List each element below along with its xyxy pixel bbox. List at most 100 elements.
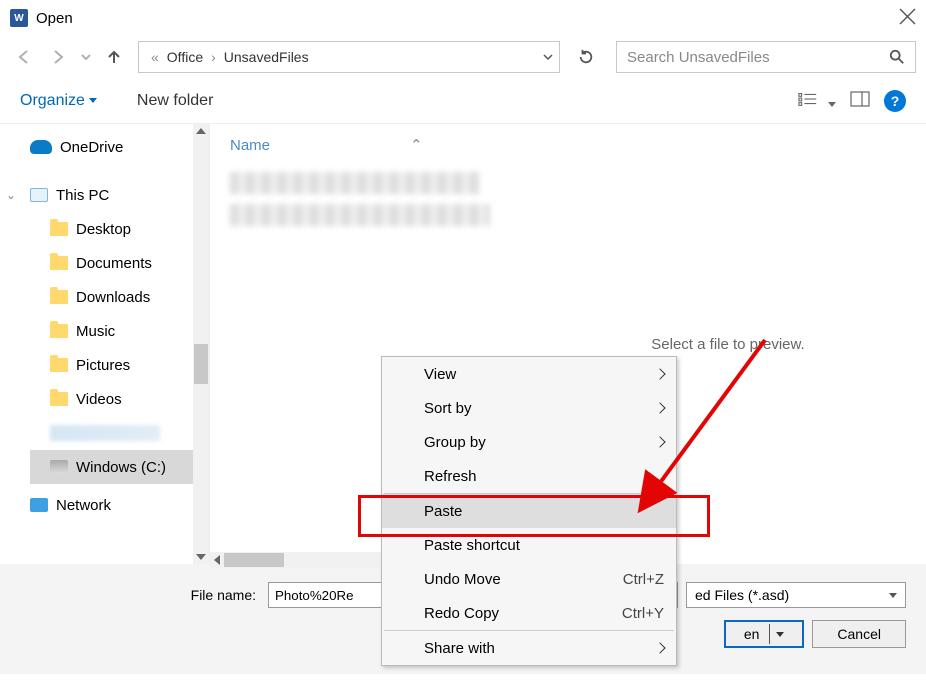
open-button-label: en [744, 626, 760, 642]
word-app-icon: W [10, 9, 28, 27]
preview-placeholder-text: Select a file to preview. [651, 336, 804, 353]
folder-icon [50, 290, 68, 304]
list-view-icon [798, 91, 818, 107]
menu-item-view[interactable]: View [382, 357, 676, 391]
search-input[interactable] [627, 49, 889, 66]
column-header-name[interactable]: Name ⌃ [230, 134, 510, 156]
expand-icon[interactable]: ⌄ [6, 188, 16, 202]
refresh-icon [578, 49, 594, 65]
breadcrumb-item[interactable]: UnsavedFiles [224, 49, 309, 65]
sidebar-item-music[interactable]: Music [30, 314, 209, 348]
close-icon [899, 8, 916, 25]
cancel-button[interactable]: Cancel [812, 620, 906, 648]
sidebar-item-redacted[interactable] [30, 416, 209, 450]
sidebar-item-downloads[interactable]: Downloads [30, 280, 209, 314]
sidebar-item-label: Network [56, 497, 111, 514]
search-box[interactable] [616, 41, 916, 73]
submenu-arrow-icon [654, 436, 665, 447]
folder-icon [50, 358, 68, 372]
scroll-up-icon[interactable] [196, 128, 206, 134]
file-name-label: File name: [191, 587, 256, 603]
search-icon [889, 49, 905, 65]
arrow-right-icon [49, 48, 67, 66]
menu-item-label: Paste [424, 503, 462, 520]
menu-item-refresh[interactable]: Refresh [382, 459, 676, 493]
sidebar-item-label: This PC [56, 187, 109, 204]
sidebar-item-network[interactable]: Network [30, 488, 209, 522]
scrollbar-thumb[interactable] [224, 553, 284, 567]
submenu-arrow-icon [654, 368, 665, 379]
sidebar-item-videos[interactable]: Videos [30, 382, 209, 416]
drive-icon [50, 460, 68, 474]
open-dropdown[interactable] [769, 624, 784, 644]
menu-item-undo-move[interactable]: Undo MoveCtrl+Z [382, 562, 676, 596]
close-button[interactable] [899, 8, 916, 28]
address-bar[interactable]: « Office › UnsavedFiles [138, 41, 560, 73]
nav-forward-button[interactable] [44, 43, 72, 71]
address-dropdown[interactable] [543, 49, 553, 65]
sidebar-item-label: Pictures [76, 357, 130, 374]
sidebar: OneDrive ⌄This PC Desktop Documents Down… [0, 124, 210, 564]
sidebar-item-label: OneDrive [60, 139, 123, 156]
redacted-content [50, 425, 160, 441]
sidebar-item-label: Windows (C:) [76, 459, 166, 476]
file-item-redacted[interactable] [230, 172, 480, 194]
sidebar-item-pictures[interactable]: Pictures [30, 348, 209, 382]
sidebar-item-onedrive[interactable]: OneDrive [30, 130, 209, 164]
dialog-title: Open [36, 10, 73, 27]
preview-pane-icon [850, 91, 870, 107]
network-icon [30, 498, 48, 512]
open-button[interactable]: en [724, 620, 805, 648]
toolbar: Organize New folder ? [0, 78, 926, 124]
file-type-filter[interactable]: ed Files (*.asd) [686, 582, 906, 608]
nav-back-button[interactable] [10, 43, 38, 71]
menu-item-redo-copy[interactable]: Redo CopyCtrl+Y [382, 596, 676, 630]
new-folder-label: New folder [137, 92, 213, 110]
file-item-redacted[interactable] [230, 204, 490, 226]
nav-recent-dropdown[interactable] [78, 43, 94, 71]
sidebar-item-label: Documents [76, 255, 152, 272]
submenu-arrow-icon [654, 402, 665, 413]
sidebar-item-documents[interactable]: Documents [30, 246, 209, 280]
menu-item-paste-shortcut[interactable]: Paste shortcut [382, 528, 676, 562]
scrollbar-thumb[interactable] [194, 344, 208, 384]
sidebar-item-label: Downloads [76, 289, 150, 306]
file-type-filter-label: ed Files (*.asd) [695, 587, 789, 603]
nav-up-button[interactable] [100, 43, 128, 71]
menu-item-group-by[interactable]: Group by [382, 425, 676, 459]
scroll-down-icon[interactable] [196, 554, 206, 560]
view-options-button[interactable] [798, 91, 836, 110]
organize-label: Organize [20, 92, 85, 110]
sidebar-item-label: Music [76, 323, 115, 340]
new-folder-button[interactable]: New folder [137, 92, 213, 110]
sidebar-item-drive-c[interactable]: Windows (C:) [30, 450, 209, 484]
help-button[interactable]: ? [884, 90, 906, 112]
cancel-button-label: Cancel [837, 626, 881, 642]
caret-down-icon [889, 593, 897, 598]
breadcrumb-item[interactable]: Office [167, 49, 203, 65]
onedrive-icon [30, 140, 52, 154]
column-header-label: Name [230, 137, 270, 154]
menu-item-share-with[interactable]: Share with [382, 631, 676, 665]
sidebar-item-label: Desktop [76, 221, 131, 238]
menu-item-paste[interactable]: Paste [382, 494, 676, 528]
arrow-up-icon [105, 48, 123, 66]
menu-item-label: Paste shortcut [424, 537, 520, 554]
preview-pane-button[interactable] [850, 91, 870, 110]
folder-icon [50, 256, 68, 270]
menu-shortcut: Ctrl+Y [622, 605, 664, 622]
menu-item-label: Sort by [424, 400, 472, 417]
scroll-left-icon[interactable] [214, 555, 220, 565]
caret-down-icon [776, 632, 784, 637]
menu-item-sort-by[interactable]: Sort by [382, 391, 676, 425]
menu-item-label: Undo Move [424, 571, 501, 588]
sidebar-item-thispc[interactable]: ⌄This PC [30, 178, 209, 212]
pc-icon [30, 188, 48, 202]
sidebar-item-desktop[interactable]: Desktop [30, 212, 209, 246]
organize-button[interactable]: Organize [20, 92, 97, 110]
chevron-right-icon: › [211, 49, 216, 65]
sidebar-scrollbar[interactable] [193, 124, 209, 564]
chevron-down-icon [543, 52, 553, 62]
refresh-button[interactable] [570, 41, 602, 73]
menu-item-label: View [424, 366, 456, 383]
